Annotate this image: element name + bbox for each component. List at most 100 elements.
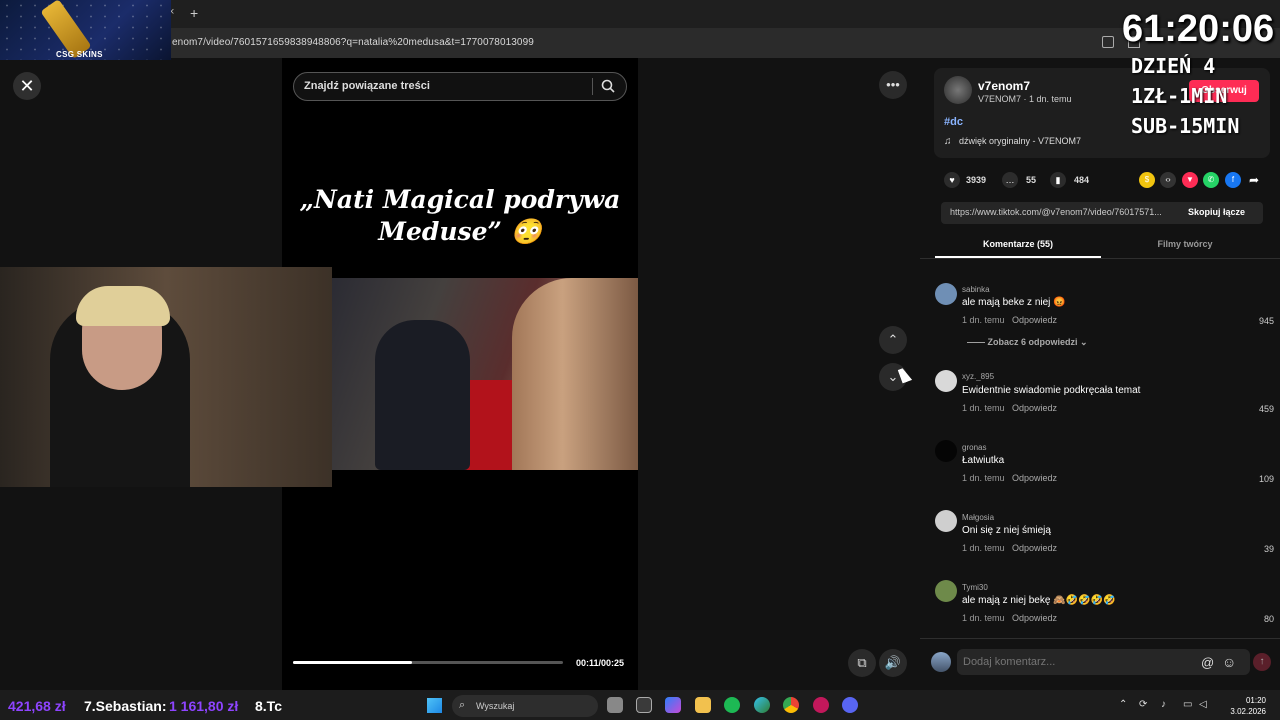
clock-date[interactable]: 3.02.2026 bbox=[1214, 707, 1266, 716]
comment-time: 1 dn. temu bbox=[962, 543, 1005, 553]
comment-time: 1 dn. temu bbox=[962, 315, 1005, 325]
donor-name: 7.Sebastian: bbox=[84, 698, 167, 714]
edge-icon[interactable] bbox=[754, 697, 770, 713]
coin-icon[interactable]: $ bbox=[1139, 172, 1155, 188]
music-note-icon: ♫ bbox=[944, 136, 952, 147]
subathon-sub-rate: SUB-15MIN bbox=[1131, 114, 1240, 138]
music-link[interactable]: dźwięk oryginalny - V7ENOM7 bbox=[959, 136, 1081, 146]
clip-person-woman bbox=[512, 278, 638, 470]
donor-amount: 1 161,80 zł bbox=[169, 698, 239, 714]
tab-comments[interactable]: Komentarze (55) bbox=[935, 239, 1101, 249]
store-icon[interactable] bbox=[636, 697, 652, 713]
subathon-rate: 1ZŁ-1MIN bbox=[1131, 84, 1228, 108]
related-search-placeholder: Znajdź powiązane treści bbox=[304, 80, 430, 92]
comment-username[interactable]: sabinka bbox=[962, 285, 990, 294]
comment-like-count[interactable]: 109 bbox=[1240, 474, 1274, 484]
video-progress-fill[interactable] bbox=[293, 661, 412, 664]
like-count: 3939 bbox=[966, 175, 987, 185]
mention-icon[interactable]: @ bbox=[1201, 655, 1214, 670]
donor-amount: 421,68 zł bbox=[8, 698, 66, 714]
user-avatar[interactable] bbox=[931, 652, 951, 672]
close-button[interactable]: ✕ bbox=[13, 72, 41, 100]
app-icon[interactable] bbox=[813, 697, 829, 713]
comment-username[interactable]: gronas bbox=[962, 443, 986, 452]
whatsapp-icon[interactable]: ✆ bbox=[1203, 172, 1219, 188]
comment-text: ale mają z niej bekę 🙈🤣🤣🤣🤣 bbox=[962, 595, 1116, 606]
comment-text: Ewidentnie swiadomie podkręcała temat bbox=[962, 385, 1141, 396]
comment-reply-button[interactable]: Odpowiedz bbox=[1012, 613, 1057, 623]
comment-count: 55 bbox=[1026, 175, 1037, 185]
taskbar-search[interactable] bbox=[452, 695, 598, 717]
comment-avatar[interactable] bbox=[935, 440, 957, 462]
comment-avatar[interactable] bbox=[935, 283, 957, 305]
file-explorer-icon[interactable] bbox=[695, 697, 711, 713]
comment-like-count[interactable]: 80 bbox=[1240, 614, 1274, 624]
comment-time: 1 dn. temu bbox=[962, 613, 1005, 623]
copy-link-button[interactable]: Skopiuj łącze bbox=[1188, 207, 1245, 217]
webcam-streamer-hair bbox=[76, 286, 170, 326]
sponsor-text: CSG SKINS bbox=[56, 50, 103, 59]
spotify-icon[interactable] bbox=[724, 697, 740, 713]
heart-icon[interactable]: ♥ bbox=[944, 172, 960, 188]
comment-reply-button[interactable]: Odpowiedz bbox=[1012, 315, 1057, 325]
volume-icon[interactable]: 🔊 bbox=[879, 649, 907, 677]
comment-text: Oni się z niej śmieją bbox=[962, 525, 1051, 536]
comment-text: ale mają beke z niej 😡 bbox=[962, 297, 1066, 308]
pip-icon[interactable]: ⧉ bbox=[848, 649, 876, 677]
task-view-icon[interactable] bbox=[607, 697, 623, 713]
video-link-text[interactable]: https://www.tiktok.com/@v7enom7/video/76… bbox=[950, 207, 1178, 217]
copilot-icon[interactable] bbox=[665, 697, 681, 713]
discord-icon[interactable] bbox=[842, 697, 858, 713]
author-subtitle: V7ENOM7 · 1 dn. temu bbox=[978, 94, 1072, 104]
comment-username[interactable]: Małgosia bbox=[962, 513, 994, 522]
network-icon[interactable]: ▭ bbox=[1183, 699, 1192, 710]
comment-time: 1 dn. temu bbox=[962, 473, 1005, 483]
tray-chevron-icon[interactable]: ⌃ bbox=[1119, 699, 1127, 710]
video-time: 00:11/00:25 bbox=[576, 658, 625, 668]
chrome-icon[interactable] bbox=[783, 697, 799, 713]
post-comment-button[interactable]: ↑ bbox=[1253, 653, 1271, 671]
embed-icon[interactable]: ‹› bbox=[1160, 172, 1176, 188]
share-arrow-icon[interactable]: ➦ bbox=[1246, 172, 1262, 188]
author-avatar[interactable] bbox=[944, 76, 972, 104]
bookmark-icon[interactable]: ▮ bbox=[1050, 172, 1066, 188]
send-icon[interactable]: ▼ bbox=[1182, 172, 1198, 188]
tab-creator-videos[interactable]: Filmy twórcy bbox=[1102, 239, 1268, 249]
view-replies-button[interactable]: —— Zobacz 6 odpowiedzi ⌄ bbox=[967, 337, 1088, 348]
search-icon[interactable] bbox=[601, 79, 615, 93]
translate-icon[interactable] bbox=[1102, 36, 1114, 48]
comment-like-count[interactable]: 459 bbox=[1240, 404, 1274, 414]
emoji-icon[interactable]: ☺ bbox=[1222, 654, 1236, 670]
more-options-button[interactable]: ••• bbox=[879, 71, 907, 99]
comment-reply-button[interactable]: Odpowiedz bbox=[1012, 543, 1057, 553]
subathon-timer: 61:20:06 bbox=[1122, 8, 1275, 50]
author-name[interactable]: v7enom7 bbox=[978, 79, 1030, 93]
comment-avatar[interactable] bbox=[935, 580, 957, 602]
comment-avatar[interactable] bbox=[935, 510, 957, 532]
comment-like-count[interactable]: 39 bbox=[1240, 544, 1274, 554]
donor-name: 8.Tc bbox=[255, 698, 282, 714]
clock-time[interactable]: 01:20 bbox=[1224, 696, 1266, 705]
save-count: 484 bbox=[1074, 175, 1090, 185]
comment-icon[interactable]: … bbox=[1002, 172, 1018, 188]
comment-username[interactable]: Tymi30 bbox=[962, 583, 988, 592]
sync-icon[interactable]: ⟳ bbox=[1139, 699, 1147, 710]
new-tab-button[interactable]: + bbox=[190, 5, 198, 21]
taskbar-search-label: Wyszukaj bbox=[476, 701, 515, 711]
comment-text: Łatwiutka bbox=[962, 455, 1005, 466]
mic-icon[interactable]: ♪ bbox=[1161, 699, 1166, 710]
comment-username[interactable]: xyz._895 bbox=[962, 372, 994, 381]
hashtag-link[interactable]: #dc bbox=[944, 116, 963, 128]
search-divider bbox=[592, 78, 593, 95]
comment-reply-button[interactable]: Odpowiedz bbox=[1012, 473, 1057, 483]
video-caption-title: „Nati Magical podrywa Meduse” 😳 bbox=[299, 185, 621, 246]
speaker-icon[interactable]: ◁ bbox=[1199, 699, 1207, 710]
facebook-icon[interactable]: f bbox=[1225, 172, 1241, 188]
url-text[interactable]: enom7/video/7601571659838948806?q=natali… bbox=[172, 37, 534, 48]
comment-reply-button[interactable]: Odpowiedz bbox=[1012, 403, 1057, 413]
comment-time: 1 dn. temu bbox=[962, 403, 1005, 413]
comment-like-count[interactable]: 945 bbox=[1240, 316, 1274, 326]
previous-video-button[interactable]: ⌃ bbox=[879, 326, 907, 354]
comment-avatar[interactable] bbox=[935, 370, 957, 392]
windows-start-icon[interactable] bbox=[427, 698, 442, 713]
